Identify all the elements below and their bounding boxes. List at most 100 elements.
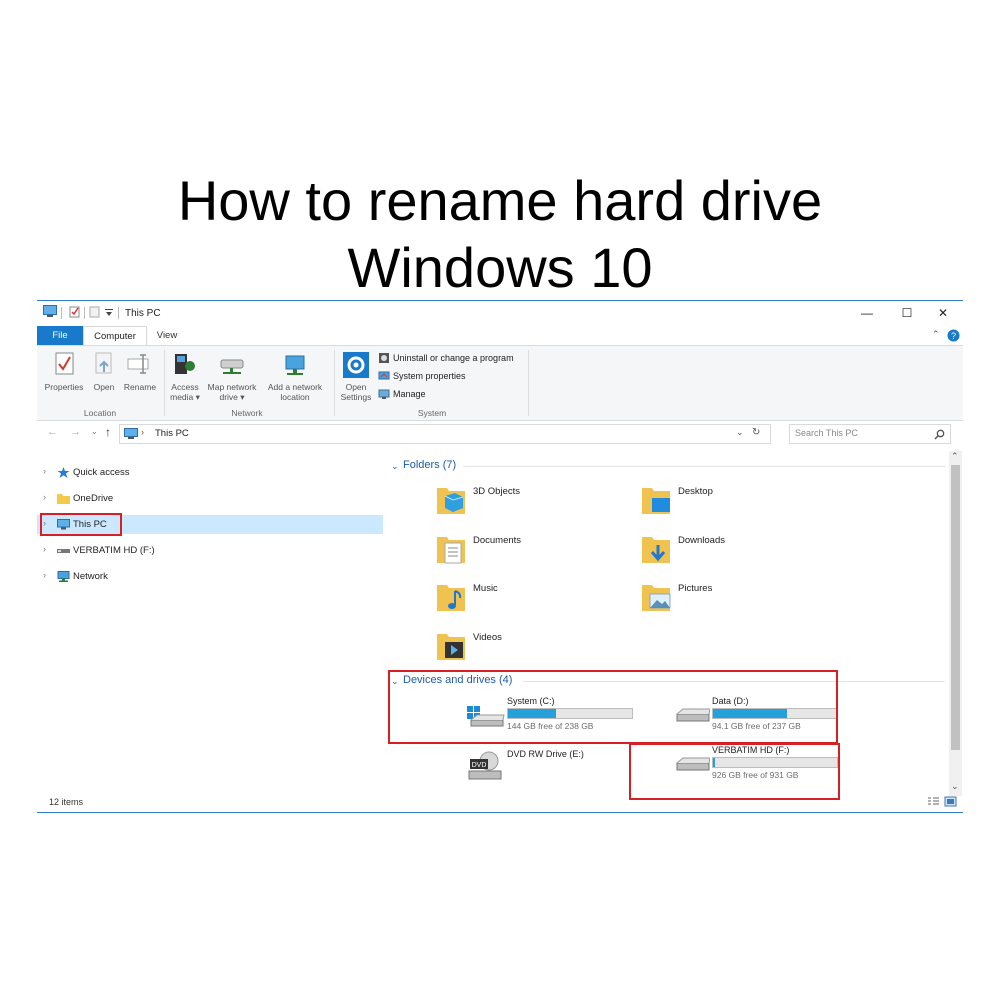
recent-locations-chevron-icon[interactable]: ⌄ xyxy=(91,427,98,436)
access-media-button[interactable]: Access media ▾ xyxy=(167,350,203,406)
address-bar[interactable]: › This PC ⌄ ↻ xyxy=(119,424,771,444)
folder-3d-objects[interactable]: 3D Objects xyxy=(435,484,615,524)
folders-header[interactable]: Folders (7) xyxy=(403,459,456,471)
access-media-icon xyxy=(175,354,195,374)
nav-item-verbatim-hd[interactable]: › VERBATIM HD (F:) xyxy=(37,541,383,560)
downloads-folder-icon xyxy=(642,537,670,563)
music-folder-icon xyxy=(437,585,465,611)
scroll-down-icon[interactable]: ⌄ xyxy=(951,781,959,792)
collapse-folders-chevron-icon[interactable]: ⌄ xyxy=(391,461,399,472)
breadcrumb-chevron-icon[interactable]: › xyxy=(141,427,144,437)
open-label: Open xyxy=(93,382,115,392)
pictures-folder-icon xyxy=(642,585,671,611)
back-arrow-icon[interactable]: ← xyxy=(47,426,58,438)
tab-computer[interactable]: Computer xyxy=(83,326,147,345)
details-view-icon[interactable] xyxy=(927,796,940,807)
access-media-label-1: Access xyxy=(171,382,199,392)
vertical-scrollbar[interactable]: ⌃ ⌄ xyxy=(949,451,962,796)
page-title-line-2: Windows 10 xyxy=(347,236,653,299)
rename-label: Rename xyxy=(123,382,157,392)
system-properties-button[interactable]: System properties xyxy=(378,370,498,383)
documents-folder-icon xyxy=(437,537,465,564)
nav-item-quick-access[interactable]: › Quick access xyxy=(37,463,383,482)
network-group-label: Network xyxy=(231,408,263,418)
search-icon[interactable] xyxy=(934,429,945,440)
item-count: 12 items xyxy=(49,797,84,807)
maximize-button[interactable]: ☐ xyxy=(895,305,919,321)
rename-button[interactable]: Rename xyxy=(121,350,159,404)
map-network-drive-icon xyxy=(220,359,244,374)
search-input[interactable]: Search This PC xyxy=(795,428,858,438)
ribbon-tabs: File Computer View ⌃ ? xyxy=(37,326,963,345)
breadcrumb-this-pc[interactable]: This PC xyxy=(155,428,189,439)
folder-pictures[interactable]: Pictures xyxy=(640,581,820,621)
new-folder-quick-icon[interactable] xyxy=(89,306,101,318)
usb-drive-icon xyxy=(57,549,70,553)
folder-label: Desktop xyxy=(678,486,713,497)
collapse-ribbon-icon[interactable]: ⌃ xyxy=(932,329,940,340)
properties-button[interactable]: Properties xyxy=(41,350,87,404)
3d-objects-folder-icon xyxy=(437,488,465,514)
properties-label: Properties xyxy=(44,382,84,392)
search-box[interactable]: Search This PC xyxy=(789,424,951,444)
tab-file[interactable]: File xyxy=(37,326,83,345)
properties-quick-icon[interactable] xyxy=(69,306,81,318)
forward-arrow-icon[interactable]: → xyxy=(70,426,81,438)
videos-folder-icon xyxy=(437,634,465,660)
folder-label: Videos xyxy=(473,632,502,643)
address-dropdown-icon[interactable]: ⌄ xyxy=(736,427,744,438)
system-group-label: System xyxy=(417,408,447,418)
minimize-button[interactable]: — xyxy=(855,305,879,321)
folder-label: Pictures xyxy=(678,583,713,594)
close-button[interactable]: ✕ xyxy=(931,305,955,321)
help-icon[interactable]: ? xyxy=(947,329,960,342)
this-pc-icon xyxy=(43,305,57,317)
add-network-location-label-1: Add a network xyxy=(267,382,323,392)
refresh-icon[interactable]: ↻ xyxy=(752,427,760,438)
large-icons-view-icon[interactable] xyxy=(944,796,957,807)
up-arrow-icon[interactable]: ↑ xyxy=(105,425,111,439)
open-settings-button[interactable]: Open Settings xyxy=(337,350,375,406)
folder-label: 3D Objects xyxy=(473,486,520,497)
navigation-pane: › Quick access › OneDrive › This PC › VE… xyxy=(37,451,383,796)
properties-icon xyxy=(55,352,74,375)
uninstall-program-button[interactable]: Uninstall or change a program xyxy=(378,352,528,365)
highlight-devices-box xyxy=(388,670,838,744)
nav-item-network[interactable]: › Network xyxy=(37,567,383,586)
nav-label-network: Network xyxy=(73,571,108,582)
folder-documents[interactable]: Documents xyxy=(435,533,615,573)
folder-music[interactable]: Music xyxy=(435,581,615,621)
nav-label-onedrive: OneDrive xyxy=(73,493,114,504)
tab-view[interactable]: View xyxy=(145,326,189,345)
expand-chevron-icon[interactable]: › xyxy=(43,570,46,580)
system-properties-label: System properties xyxy=(393,371,466,381)
scroll-up-icon[interactable]: ⌃ xyxy=(951,451,959,462)
dvd-drive-icon: DVD xyxy=(468,751,502,780)
window-title: This PC xyxy=(125,308,161,319)
content-pane: ⌄ Folders (7) 3D Objects Desktop Documen… xyxy=(383,451,963,800)
manage-button[interactable]: Manage xyxy=(378,388,458,401)
map-network-drive-label-2: drive ▾ xyxy=(219,392,245,402)
customize-quick-access-icon[interactable] xyxy=(105,309,114,317)
access-media-label-2: media ▾ xyxy=(170,392,200,402)
folder-desktop[interactable]: Desktop xyxy=(640,484,820,524)
folder-downloads[interactable]: Downloads xyxy=(640,533,820,573)
expand-chevron-icon[interactable]: › xyxy=(43,544,46,554)
map-network-drive-button[interactable]: Map network drive ▾ xyxy=(203,350,261,406)
drive-dvd-e[interactable]: DVD DVD RW Drive (E:) xyxy=(461,749,651,789)
open-button[interactable]: Open xyxy=(89,350,119,404)
status-bar: 12 items xyxy=(37,796,963,812)
add-network-location-button[interactable]: Add a network location xyxy=(263,350,327,406)
add-network-location-icon xyxy=(285,355,305,375)
folder-videos[interactable]: Videos xyxy=(435,630,615,670)
network-icon xyxy=(57,571,70,582)
location-group-label: Location xyxy=(83,408,117,418)
folder-label: Music xyxy=(473,583,498,594)
nav-item-onedrive[interactable]: › OneDrive xyxy=(37,489,383,508)
expand-chevron-icon[interactable]: › xyxy=(43,466,46,476)
nav-label-verbatim-hd: VERBATIM HD (F:) xyxy=(73,545,155,556)
scrollbar-thumb[interactable] xyxy=(951,465,960,750)
expand-chevron-icon[interactable]: › xyxy=(43,492,46,502)
drive-name: DVD RW Drive (E:) xyxy=(507,749,584,759)
map-network-drive-label-1: Map network xyxy=(207,382,257,392)
